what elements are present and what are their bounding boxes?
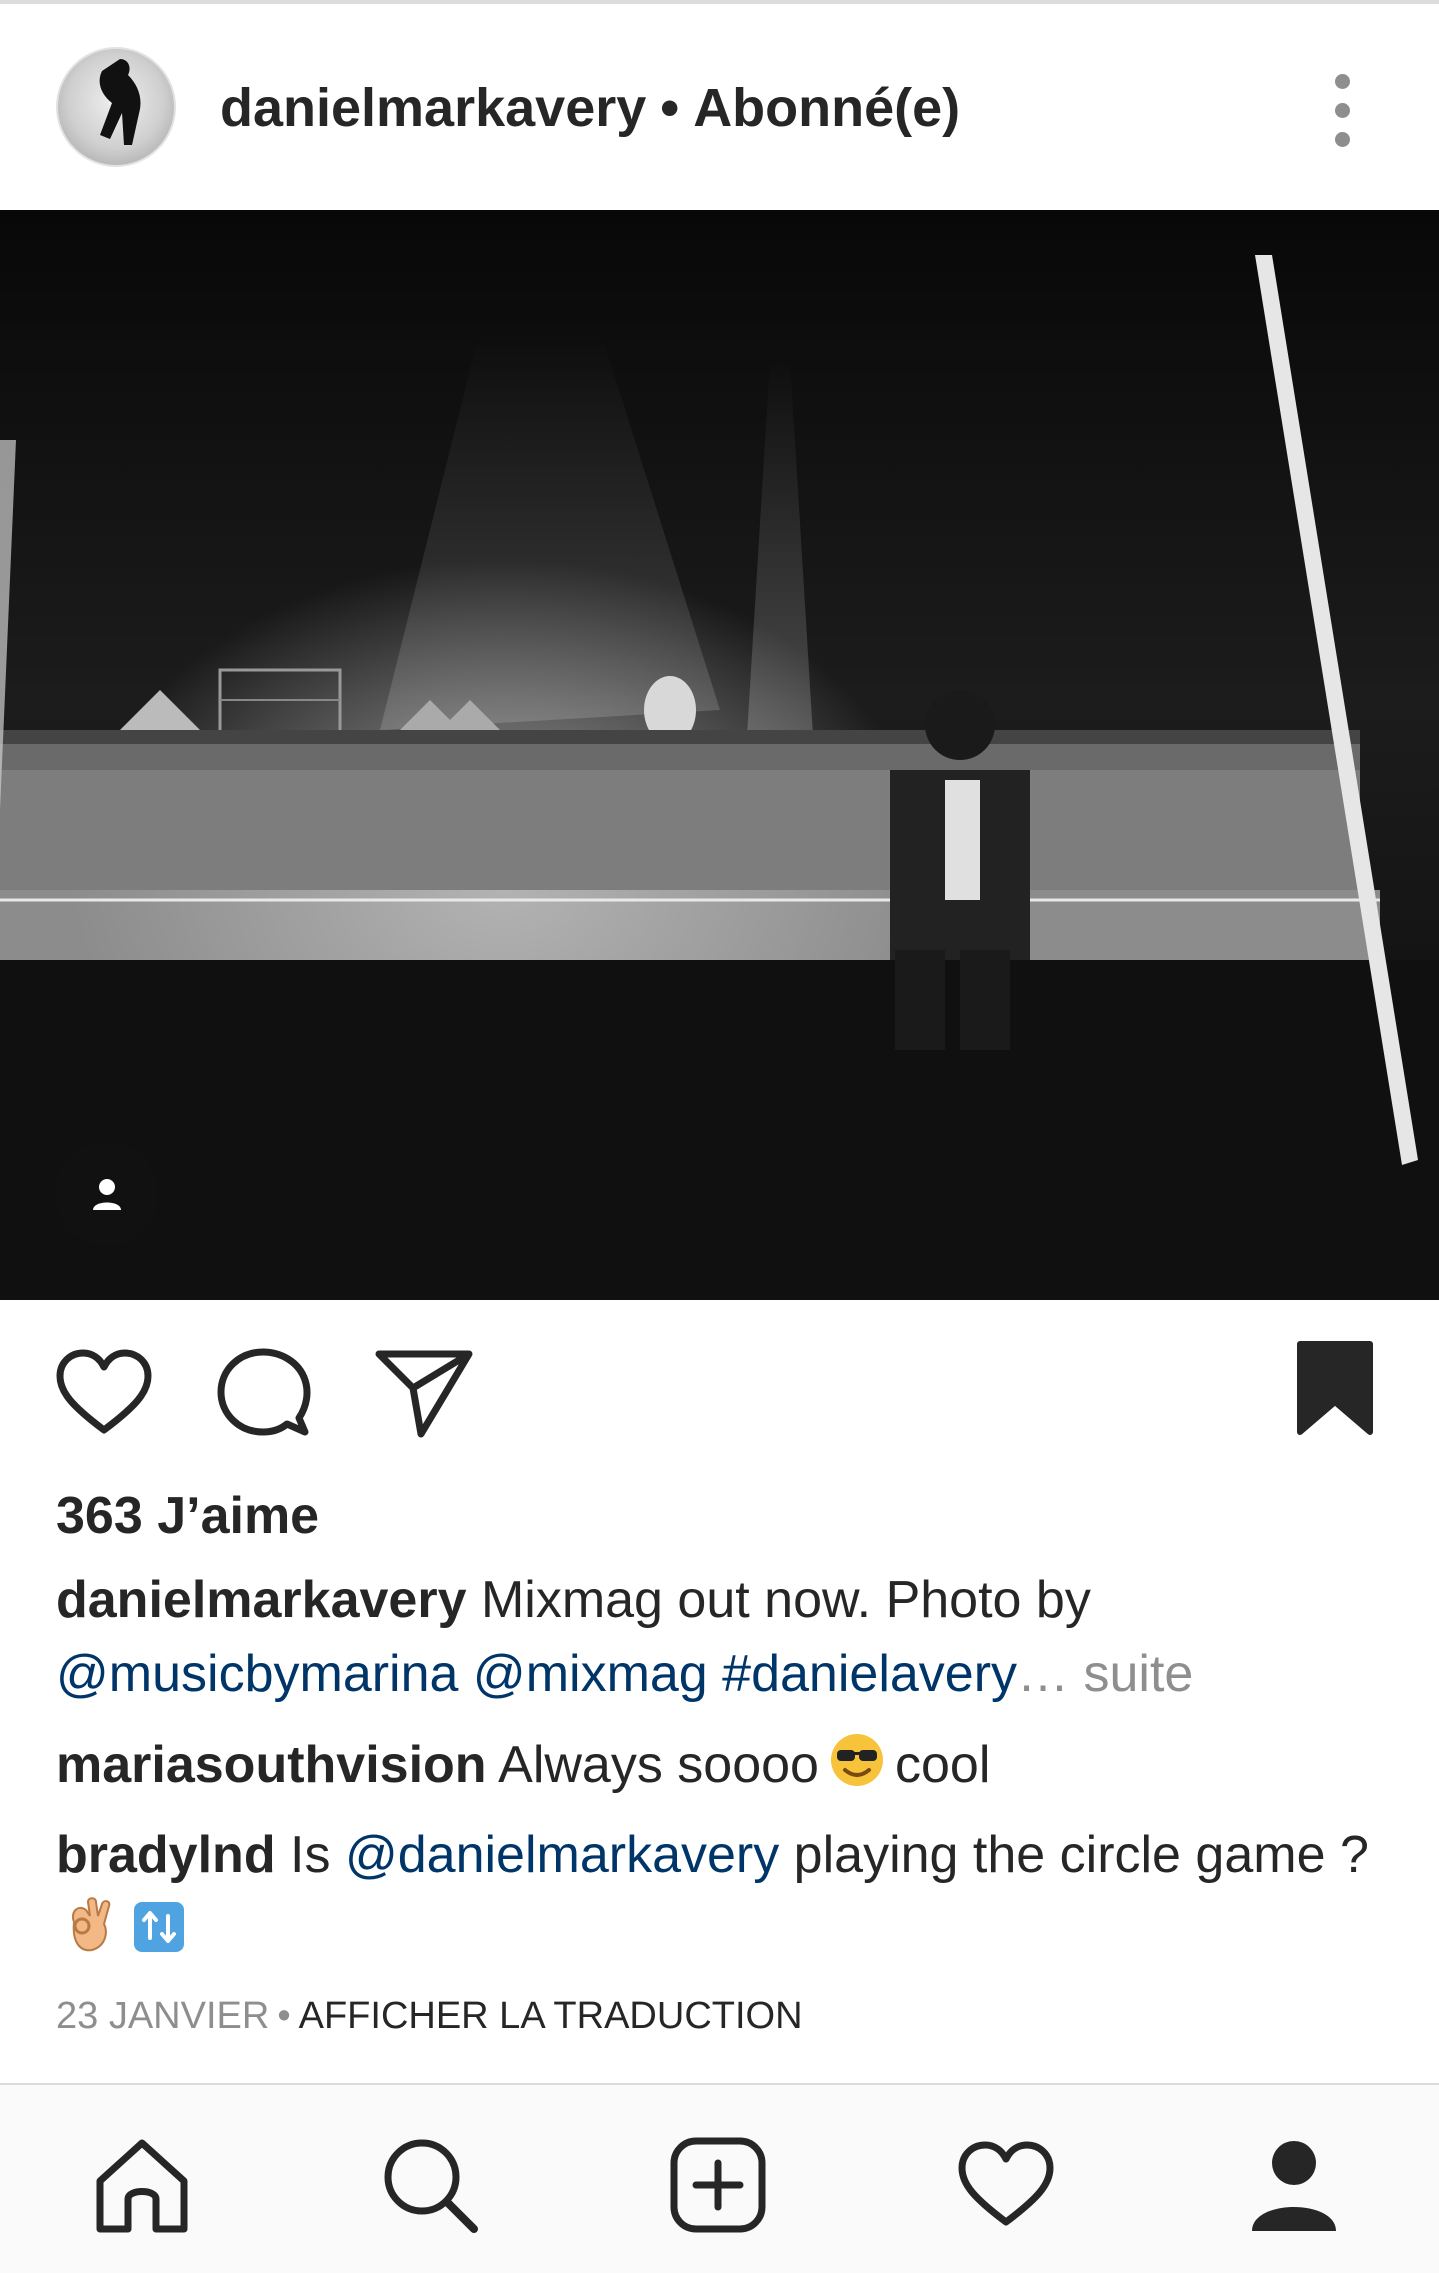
- search-icon: [384, 2139, 478, 2233]
- avatar[interactable]: [56, 47, 176, 167]
- more-options-button[interactable]: [1318, 74, 1368, 148]
- comment-text: cool: [894, 1736, 991, 1794]
- heart-icon: [56, 1349, 152, 1434]
- bookmark-filled-icon: [1297, 1341, 1373, 1435]
- send-icon: [375, 1350, 473, 1438]
- more-dot: [1335, 132, 1350, 147]
- caption-ellipsis: …: [1017, 1645, 1070, 1703]
- comment-username[interactable]: mariasouthvision: [56, 1736, 487, 1794]
- comment-text: Always soooo: [498, 1736, 819, 1794]
- post-photo[interactable]: [0, 210, 1439, 1300]
- profile-icon: [1252, 2141, 1336, 2231]
- caption-hashtag[interactable]: #danielavery: [722, 1645, 1017, 1703]
- nav-home-button[interactable]: [92, 2135, 192, 2235]
- like-count[interactable]: 363 J’aime: [56, 1484, 319, 1548]
- caption-mention[interactable]: @mixmag: [473, 1645, 708, 1703]
- post-meta: 23 JANVIER • AFFICHER LA TRADUCTION: [56, 1992, 803, 2040]
- comment: bradylnd Is @danielmarkavery playing the…: [56, 1818, 1386, 1974]
- show-translation-link[interactable]: AFFICHER LA TRADUCTION: [299, 1995, 803, 2037]
- comment-username[interactable]: bradylnd: [56, 1826, 276, 1884]
- header-separator: •: [660, 78, 680, 138]
- nav-new-post-button[interactable]: [668, 2135, 768, 2235]
- activity-heart-icon: [958, 2141, 1054, 2226]
- post-caption: danielmarkavery Mixmag out now. Photo by…: [56, 1563, 1386, 1711]
- meta-separator: •: [277, 1995, 291, 2037]
- user-tag-icon: [93, 1179, 121, 1210]
- caption-username[interactable]: danielmarkavery: [56, 1571, 467, 1629]
- follow-status[interactable]: Abonné(e): [693, 78, 960, 138]
- comment: mariasouthvision Always soooo cool: [56, 1728, 1386, 1810]
- bottom-nav: [0, 2083, 1439, 2273]
- add-post-icon: [670, 2137, 766, 2233]
- avatar-silhouette: [99, 59, 141, 145]
- like-button[interactable]: [54, 1348, 154, 1443]
- nav-profile-button[interactable]: [1244, 2135, 1344, 2235]
- sunglasses-face-icon: [827, 1730, 887, 1810]
- comment-text: playing the circle game ?: [793, 1826, 1369, 1884]
- more-vertical-icon: [1335, 74, 1350, 89]
- nav-activity-button[interactable]: [956, 2135, 1056, 2235]
- concert-photo: [0, 210, 1439, 1300]
- post-actions: [0, 1300, 1439, 1480]
- header-text: danielmarkavery • Abonné(e): [220, 76, 960, 140]
- comment-button[interactable]: [217, 1348, 311, 1443]
- tag-people-button[interactable]: [55, 1142, 159, 1246]
- caption-more-link[interactable]: suite: [1084, 1645, 1194, 1703]
- comment-text: Is: [290, 1826, 331, 1884]
- arrows-button-icon: [132, 1900, 186, 1974]
- comment-mention[interactable]: @danielmarkavery: [345, 1826, 779, 1884]
- post-username[interactable]: danielmarkavery: [220, 78, 646, 138]
- share-button[interactable]: [375, 1348, 473, 1443]
- post-date: 23 JANVIER: [56, 1995, 270, 2037]
- post-header: danielmarkavery • Abonné(e): [0, 4, 1439, 210]
- nav-search-button[interactable]: [380, 2135, 480, 2235]
- comment-icon: [217, 1348, 311, 1436]
- save-button[interactable]: [1296, 1340, 1374, 1441]
- more-dot: [1335, 103, 1350, 118]
- caption-text: Mixmag out now. Photo by: [480, 1571, 1091, 1629]
- ok-hand-icon: [64, 1894, 116, 1974]
- home-icon: [96, 2139, 188, 2233]
- caption-mention[interactable]: @musicbymarina: [56, 1645, 458, 1703]
